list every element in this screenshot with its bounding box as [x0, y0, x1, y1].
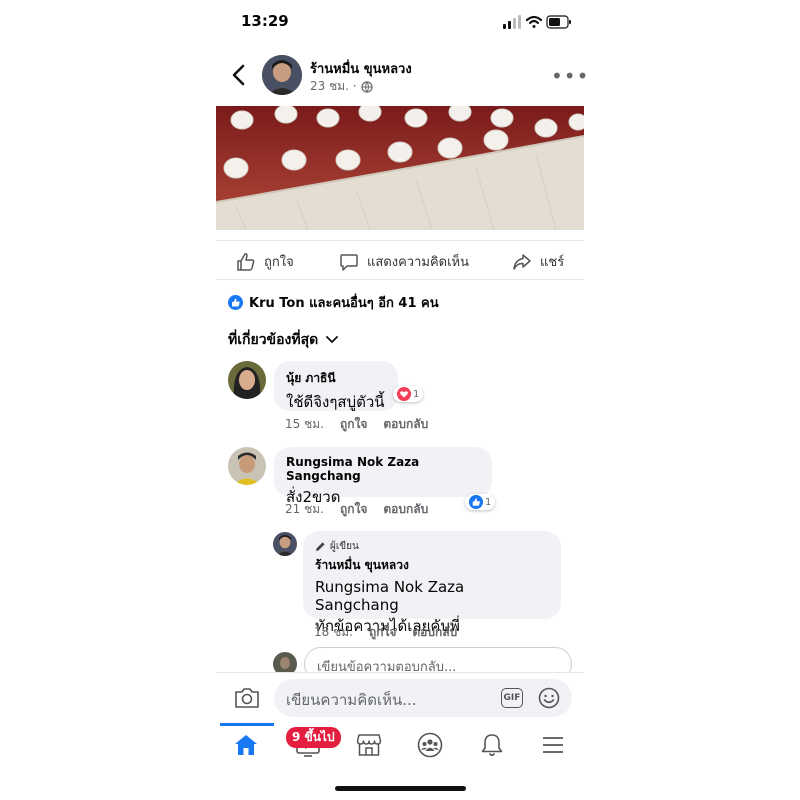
heart-icon: [397, 387, 411, 401]
signal-icon: [503, 15, 521, 29]
commenter-name[interactable]: นุ้ย ภาธินี: [286, 369, 386, 388]
comment-meta: 21 ชม. ถูกใจ ตอบกลับ: [285, 500, 428, 519]
comment-icon: [340, 253, 358, 271]
camera-icon[interactable]: [234, 687, 260, 709]
reply-author-name[interactable]: ร้านหมื่น ขุนหลวง: [315, 556, 549, 575]
page-avatar[interactable]: [262, 55, 302, 95]
post-time: 23 ชม. ·: [310, 79, 357, 93]
battery-icon: [546, 15, 571, 29]
comment-bubble[interactable]: นุ้ย ภาธินี ใช้ดีจิงๆสบู่ตัวนี้: [274, 361, 398, 411]
tab-groups[interactable]: [414, 730, 446, 760]
comment-reply-button[interactable]: ตอบกลับ: [383, 500, 428, 519]
reply-mention[interactable]: Rungsima Nok Zaza Sangchang: [315, 578, 549, 614]
comment-meta: 15 ชม. ถูกใจ ตอบกลับ: [285, 415, 428, 434]
share-button[interactable]: แชร์: [512, 251, 564, 272]
video-notification-badge: 9 ขึ้นไป: [286, 727, 341, 748]
comment-like-button[interactable]: ถูกใจ: [340, 415, 367, 434]
comments-filter-dropdown[interactable]: ที่เกี่ยวข้องที่สุด: [228, 329, 339, 351]
reaction-count: 1: [485, 496, 492, 508]
tab-home[interactable]: [230, 730, 262, 760]
chevron-down-icon: [326, 336, 339, 344]
author-tag-label: ผู้เขียน: [330, 541, 359, 552]
post-meta: 23 ชม. ·: [310, 77, 373, 96]
post-photo[interactable]: [216, 106, 584, 230]
status-time: 13:29: [241, 12, 289, 30]
comment-text: ใช้ดีจิงๆสบู่ตัวนี้: [286, 393, 385, 411]
comment-bubble[interactable]: Rungsima Nok Zaza Sangchang สั่ง2ขวด: [274, 447, 492, 506]
wifi-icon: [525, 15, 543, 28]
bottom-tab-bar: [216, 723, 584, 766]
back-arrow-icon[interactable]: [228, 62, 250, 88]
gif-button[interactable]: GIF: [501, 688, 523, 708]
comment-reaction-count[interactable]: 1: [393, 386, 424, 402]
bell-icon: [481, 734, 503, 757]
commenter-name[interactable]: Rungsima Nok Zaza Sangchang: [286, 455, 480, 483]
home-icon: [235, 735, 257, 755]
emoji-icon[interactable]: [538, 687, 560, 709]
pencil-icon: [316, 542, 325, 551]
author-tag: ผู้เขียน: [315, 539, 549, 554]
comment-time: 21 ชม.: [285, 502, 324, 516]
comment-input[interactable]: เขียนความคิดเห็น...: [274, 679, 572, 717]
comment-label: แสดงความคิดเห็น: [367, 255, 470, 270]
reply-like-button[interactable]: ถูกใจ: [369, 623, 396, 642]
reply-author-avatar[interactable]: [273, 532, 297, 556]
reply-reply-button[interactable]: ตอบกลับ: [412, 623, 457, 642]
reply-bubble[interactable]: ผู้เขียน ร้านหมื่น ขุนหลวง Rungsima Nok …: [303, 531, 561, 635]
like-reaction-icon: [469, 495, 483, 509]
commenter-avatar[interactable]: [228, 447, 266, 485]
reply-time: 18 ชม.: [314, 625, 353, 639]
groups-icon: [417, 732, 443, 758]
comment-composer: เขียนความคิดเห็น... GIF: [216, 672, 584, 724]
tab-menu[interactable]: [537, 730, 569, 760]
reaction-count: 1: [413, 388, 420, 400]
status-icons: [503, 15, 571, 29]
share-label: แชร์: [540, 255, 565, 270]
share-icon: [513, 253, 531, 270]
tab-marketplace[interactable]: [353, 730, 385, 760]
like-button[interactable]: ถูกใจ: [236, 251, 294, 272]
more-options-icon[interactable]: •••: [551, 64, 589, 88]
tab-notifications[interactable]: [476, 730, 508, 760]
comments-filter-label: ที่เกี่ยวข้องที่สุด: [228, 332, 319, 348]
active-tab-indicator: [220, 723, 274, 726]
globe-icon: [360, 80, 373, 93]
comment-button[interactable]: แสดงความคิดเห็น: [339, 251, 469, 272]
comment-time: 15 ชม.: [285, 417, 324, 431]
menu-icon: [543, 737, 563, 753]
like-label: ถูกใจ: [264, 255, 294, 270]
home-indicator: [335, 786, 466, 791]
post-actions-bar: ถูกใจ แสดงความคิดเห็น แชร์: [216, 240, 584, 280]
commenter-avatar[interactable]: [228, 361, 266, 399]
thumbs-up-icon: [237, 252, 255, 271]
comment-reply-button[interactable]: ตอบกลับ: [383, 415, 428, 434]
reply-meta: 18 ชม. ถูกใจ ตอบกลับ: [314, 623, 457, 642]
comment-like-button[interactable]: ถูกใจ: [340, 500, 367, 519]
comment-reaction-count[interactable]: 1: [465, 494, 496, 510]
page-name[interactable]: ร้านหมื่น ขุนหลวง: [310, 58, 412, 79]
like-reaction-icon: [228, 295, 243, 310]
marketplace-icon: [356, 734, 382, 756]
reactions-text: Kru Ton และคนอื่นๆ อีก 41 คน: [249, 296, 439, 311]
reactions-summary[interactable]: Kru Ton และคนอื่นๆ อีก 41 คน: [228, 292, 439, 313]
